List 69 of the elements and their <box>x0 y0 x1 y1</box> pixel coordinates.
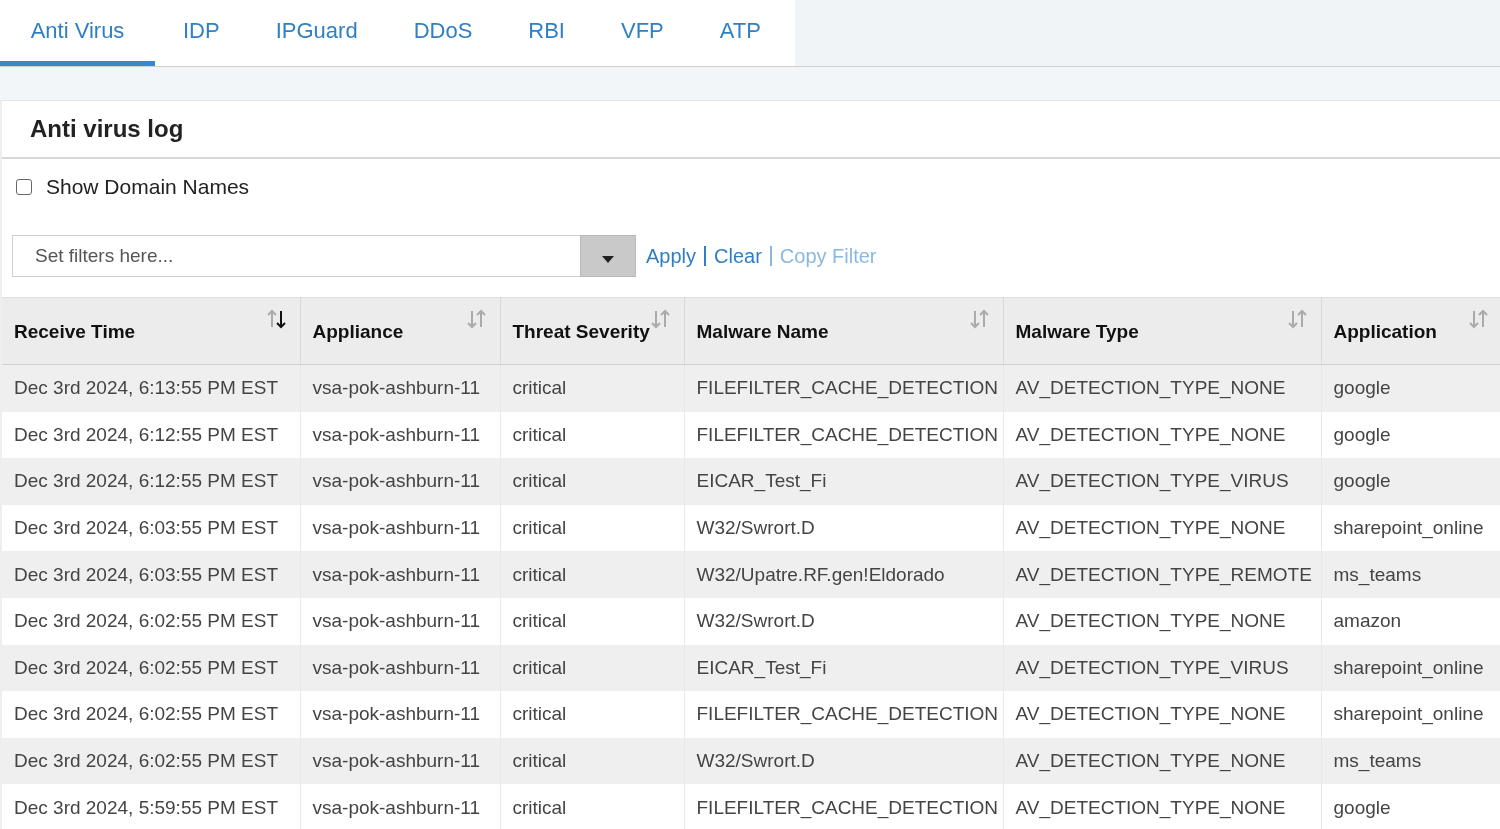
table-cell: vsa-pok-ashburn-11 <box>300 597 500 645</box>
table-cell: AV_DETECTION_TYPE_NONE <box>1003 737 1321 785</box>
table-cell: ms_teams <box>1321 551 1500 598</box>
table-cell: vsa-pok-ashburn-11 <box>300 737 500 785</box>
table-cell: Dec 3rd 2024, 6:12:55 PM EST <box>2 458 300 505</box>
table-cell: FILEFILTER_CACHE_DETECTION <box>684 691 1003 738</box>
table-cell: google <box>1321 458 1500 505</box>
column-header[interactable]: Application <box>1321 297 1500 365</box>
table-cell: critical <box>500 691 684 738</box>
table-cell: vsa-pok-ashburn-11 <box>300 458 500 505</box>
table-cell: critical <box>500 737 684 785</box>
table-cell: FILEFILTER_CACHE_DETECTION <box>684 364 1003 412</box>
dropdown-button[interactable] <box>580 235 636 277</box>
filter-field[interactable]: Set filters here... <box>12 235 580 277</box>
table-cell: Dec 3rd 2024, 5:59:55 PM EST <box>2 784 300 829</box>
table-cell: Dec 3rd 2024, 6:03:55 PM EST <box>2 551 300 598</box>
table-cell: critical <box>500 784 684 829</box>
table-cell: AV_DETECTION_TYPE_VIRUS <box>1003 644 1321 692</box>
table-cell: Dec 3rd 2024, 6:02:55 PM EST <box>2 597 300 645</box>
filter-action-link[interactable]: Clear <box>714 244 762 268</box>
tab[interactable]: ATP <box>691 0 789 66</box>
table-cell: Dec 3rd 2024, 6:02:55 PM EST <box>2 737 300 785</box>
table-cell: critical <box>500 551 684 598</box>
table-cell: sharepoint_online <box>1321 644 1500 692</box>
table-cell: vsa-pok-ashburn-11 <box>300 364 500 412</box>
table-cell: google <box>1321 784 1500 829</box>
column-header[interactable]: Malware Type <box>1003 297 1321 365</box>
table-cell: google <box>1321 364 1500 412</box>
table-cell: W32/Swrort.D <box>684 737 1003 785</box>
table-cell: AV_DETECTION_TYPE_NONE <box>1003 597 1321 645</box>
checkbox[interactable] <box>16 179 32 195</box>
table-cell: critical <box>500 597 684 645</box>
table-cell: AV_DETECTION_TYPE_REMOTE <box>1003 551 1321 598</box>
table-cell: EICAR_Test_Fi <box>684 644 1003 692</box>
table-cell: sharepoint_online <box>1321 691 1500 738</box>
table-cell: critical <box>500 364 684 412</box>
tab[interactable]: IDP <box>155 0 248 66</box>
table-cell: ms_teams <box>1321 737 1500 785</box>
panel-title: Anti virus log <box>30 115 184 143</box>
table-cell: AV_DETECTION_TYPE_VIRUS <box>1003 458 1321 505</box>
table-cell: critical <box>500 458 684 505</box>
table-cell: W32/Upatre.RF.gen!Eldorado <box>684 551 1003 598</box>
table-cell: Dec 3rd 2024, 6:02:55 PM EST <box>2 691 300 738</box>
table-cell: vsa-pok-ashburn-11 <box>300 691 500 738</box>
tab[interactable]: DDoS <box>385 0 501 66</box>
table-cell: amazon <box>1321 597 1500 645</box>
table-cell: W32/Swrort.D <box>684 597 1003 645</box>
checkbox-label: Show Domain Names <box>46 175 250 199</box>
table-cell: vsa-pok-ashburn-11 <box>300 644 500 692</box>
table-cell: vsa-pok-ashburn-11 <box>300 551 500 598</box>
table-cell: AV_DETECTION_TYPE_NONE <box>1003 691 1321 738</box>
table-cell: critical <box>500 644 684 692</box>
table-cell: AV_DETECTION_TYPE_NONE <box>1003 784 1321 829</box>
caret-icon <box>602 256 614 263</box>
table-cell: Dec 3rd 2024, 6:13:55 PM EST <box>2 364 300 412</box>
sort-icon[interactable] <box>265 309 288 329</box>
table-cell: Dec 3rd 2024, 6:02:55 PM EST <box>2 644 300 692</box>
tab[interactable]: IPGuard <box>247 0 386 66</box>
table-cell: vsa-pok-ashburn-11 <box>300 784 500 829</box>
table-cell: AV_DETECTION_TYPE_NONE <box>1003 364 1321 412</box>
column-header[interactable]: Receive Time <box>2 297 300 365</box>
column-header[interactable]: Appliance <box>300 297 500 365</box>
table-cell: EICAR_Test_Fi <box>684 458 1003 505</box>
column-header[interactable]: Malware Name <box>684 297 1003 365</box>
column-header[interactable]: Threat Severity <box>500 297 684 365</box>
filter-action-link[interactable]: Apply <box>646 244 697 268</box>
table-cell: FILEFILTER_CACHE_DETECTION <box>684 784 1003 829</box>
tab[interactable]: VFP <box>593 0 692 66</box>
tab[interactable]: RBI <box>500 0 593 66</box>
